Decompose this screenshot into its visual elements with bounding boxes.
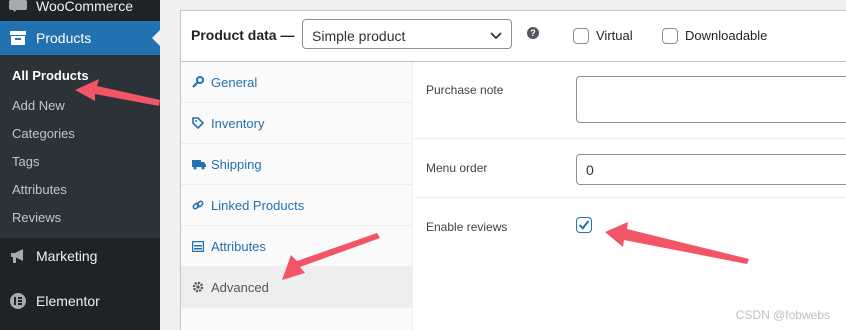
product-type-select[interactable]: Simple product xyxy=(302,19,512,49)
checkmark-icon xyxy=(578,220,590,230)
megaphone-icon xyxy=(0,248,36,264)
help-icon[interactable]: ? xyxy=(527,27,539,39)
tab-advanced-label: Advanced xyxy=(211,279,269,295)
tab-attributes-label: Attributes xyxy=(211,238,266,254)
menu-marketing[interactable]: Marketing xyxy=(0,241,160,271)
wrench-icon xyxy=(181,76,211,88)
woocommerce-icon xyxy=(0,0,36,12)
submenu-add-new[interactable]: Add New xyxy=(12,98,65,113)
tab-attributes[interactable]: Attributes xyxy=(181,226,412,267)
advanced-options: Purchase note Menu order 0 Enable review… xyxy=(414,62,846,330)
menu-products-label: Products xyxy=(36,30,92,46)
virtual-checkbox[interactable] xyxy=(573,28,589,44)
tab-advanced[interactable]: Advanced xyxy=(181,267,412,308)
menu-order-input[interactable]: 0 xyxy=(576,154,846,185)
tab-general[interactable]: General xyxy=(181,62,412,103)
tab-linked-products[interactable]: Linked Products xyxy=(181,185,412,226)
downloadable-checkbox[interactable] xyxy=(662,28,678,44)
tab-general-label: General xyxy=(211,74,258,90)
menu-elementor-label: Elementor xyxy=(36,293,100,309)
submenu-reviews[interactable]: Reviews xyxy=(12,210,61,225)
menu-woocommerce[interactable]: WooCommerce xyxy=(0,0,160,18)
enable-reviews-label: Enable reviews xyxy=(426,220,508,234)
purchase-note-row: Purchase note xyxy=(414,62,846,139)
product-data-header: Product data — Simple product ? Virtual … xyxy=(181,11,846,62)
tab-inventory[interactable]: Inventory xyxy=(181,103,412,144)
product-type-value: Simple product xyxy=(312,28,406,44)
submenu-categories[interactable]: Categories xyxy=(12,126,75,141)
enable-reviews-row: Enable reviews xyxy=(414,198,846,258)
admin-sidebar: WooCommerce Products All Products Add Ne… xyxy=(0,0,160,330)
watermark: CSDN @fobwebs xyxy=(735,308,830,322)
tab-inventory-label: Inventory xyxy=(211,115,265,131)
menu-elementor[interactable]: Elementor xyxy=(0,286,160,316)
menu-woocommerce-label: WooCommerce xyxy=(36,0,133,14)
menu-order-label: Menu order xyxy=(426,161,488,175)
menu-order-row: Menu order 0 xyxy=(414,139,846,198)
tag-icon xyxy=(181,117,211,129)
virtual-label: Virtual xyxy=(596,28,633,43)
elementor-icon xyxy=(0,292,36,310)
products-submenu: All Products Add New Categories Tags Att… xyxy=(0,55,160,238)
chevron-down-icon xyxy=(489,28,503,45)
enable-reviews-checkbox[interactable] xyxy=(576,217,592,233)
downloadable-label: Downloadable xyxy=(685,28,768,43)
menu-marketing-label: Marketing xyxy=(36,248,98,264)
submenu-all-products[interactable]: All Products xyxy=(12,68,89,83)
product-data-panel: Product data — Simple product ? Virtual … xyxy=(180,10,846,330)
gear-icon xyxy=(181,281,211,293)
purchase-note-textarea[interactable] xyxy=(576,76,846,123)
product-data-tabs: General Inventory Shipping Linked Produc… xyxy=(181,62,413,330)
menu-products[interactable]: Products xyxy=(0,21,160,55)
tab-shipping[interactable]: Shipping xyxy=(181,144,412,185)
products-icon xyxy=(0,30,36,46)
truck-icon xyxy=(181,158,211,170)
link-icon xyxy=(181,199,211,211)
submenu-attributes[interactable]: Attributes xyxy=(12,182,67,197)
table-icon xyxy=(181,240,211,252)
product-data-title: Product data — xyxy=(191,27,295,43)
submenu-tags[interactable]: Tags xyxy=(12,154,39,169)
tab-shipping-label: Shipping xyxy=(211,156,262,172)
purchase-note-label: Purchase note xyxy=(426,83,504,97)
tab-linked-products-label: Linked Products xyxy=(211,197,305,213)
